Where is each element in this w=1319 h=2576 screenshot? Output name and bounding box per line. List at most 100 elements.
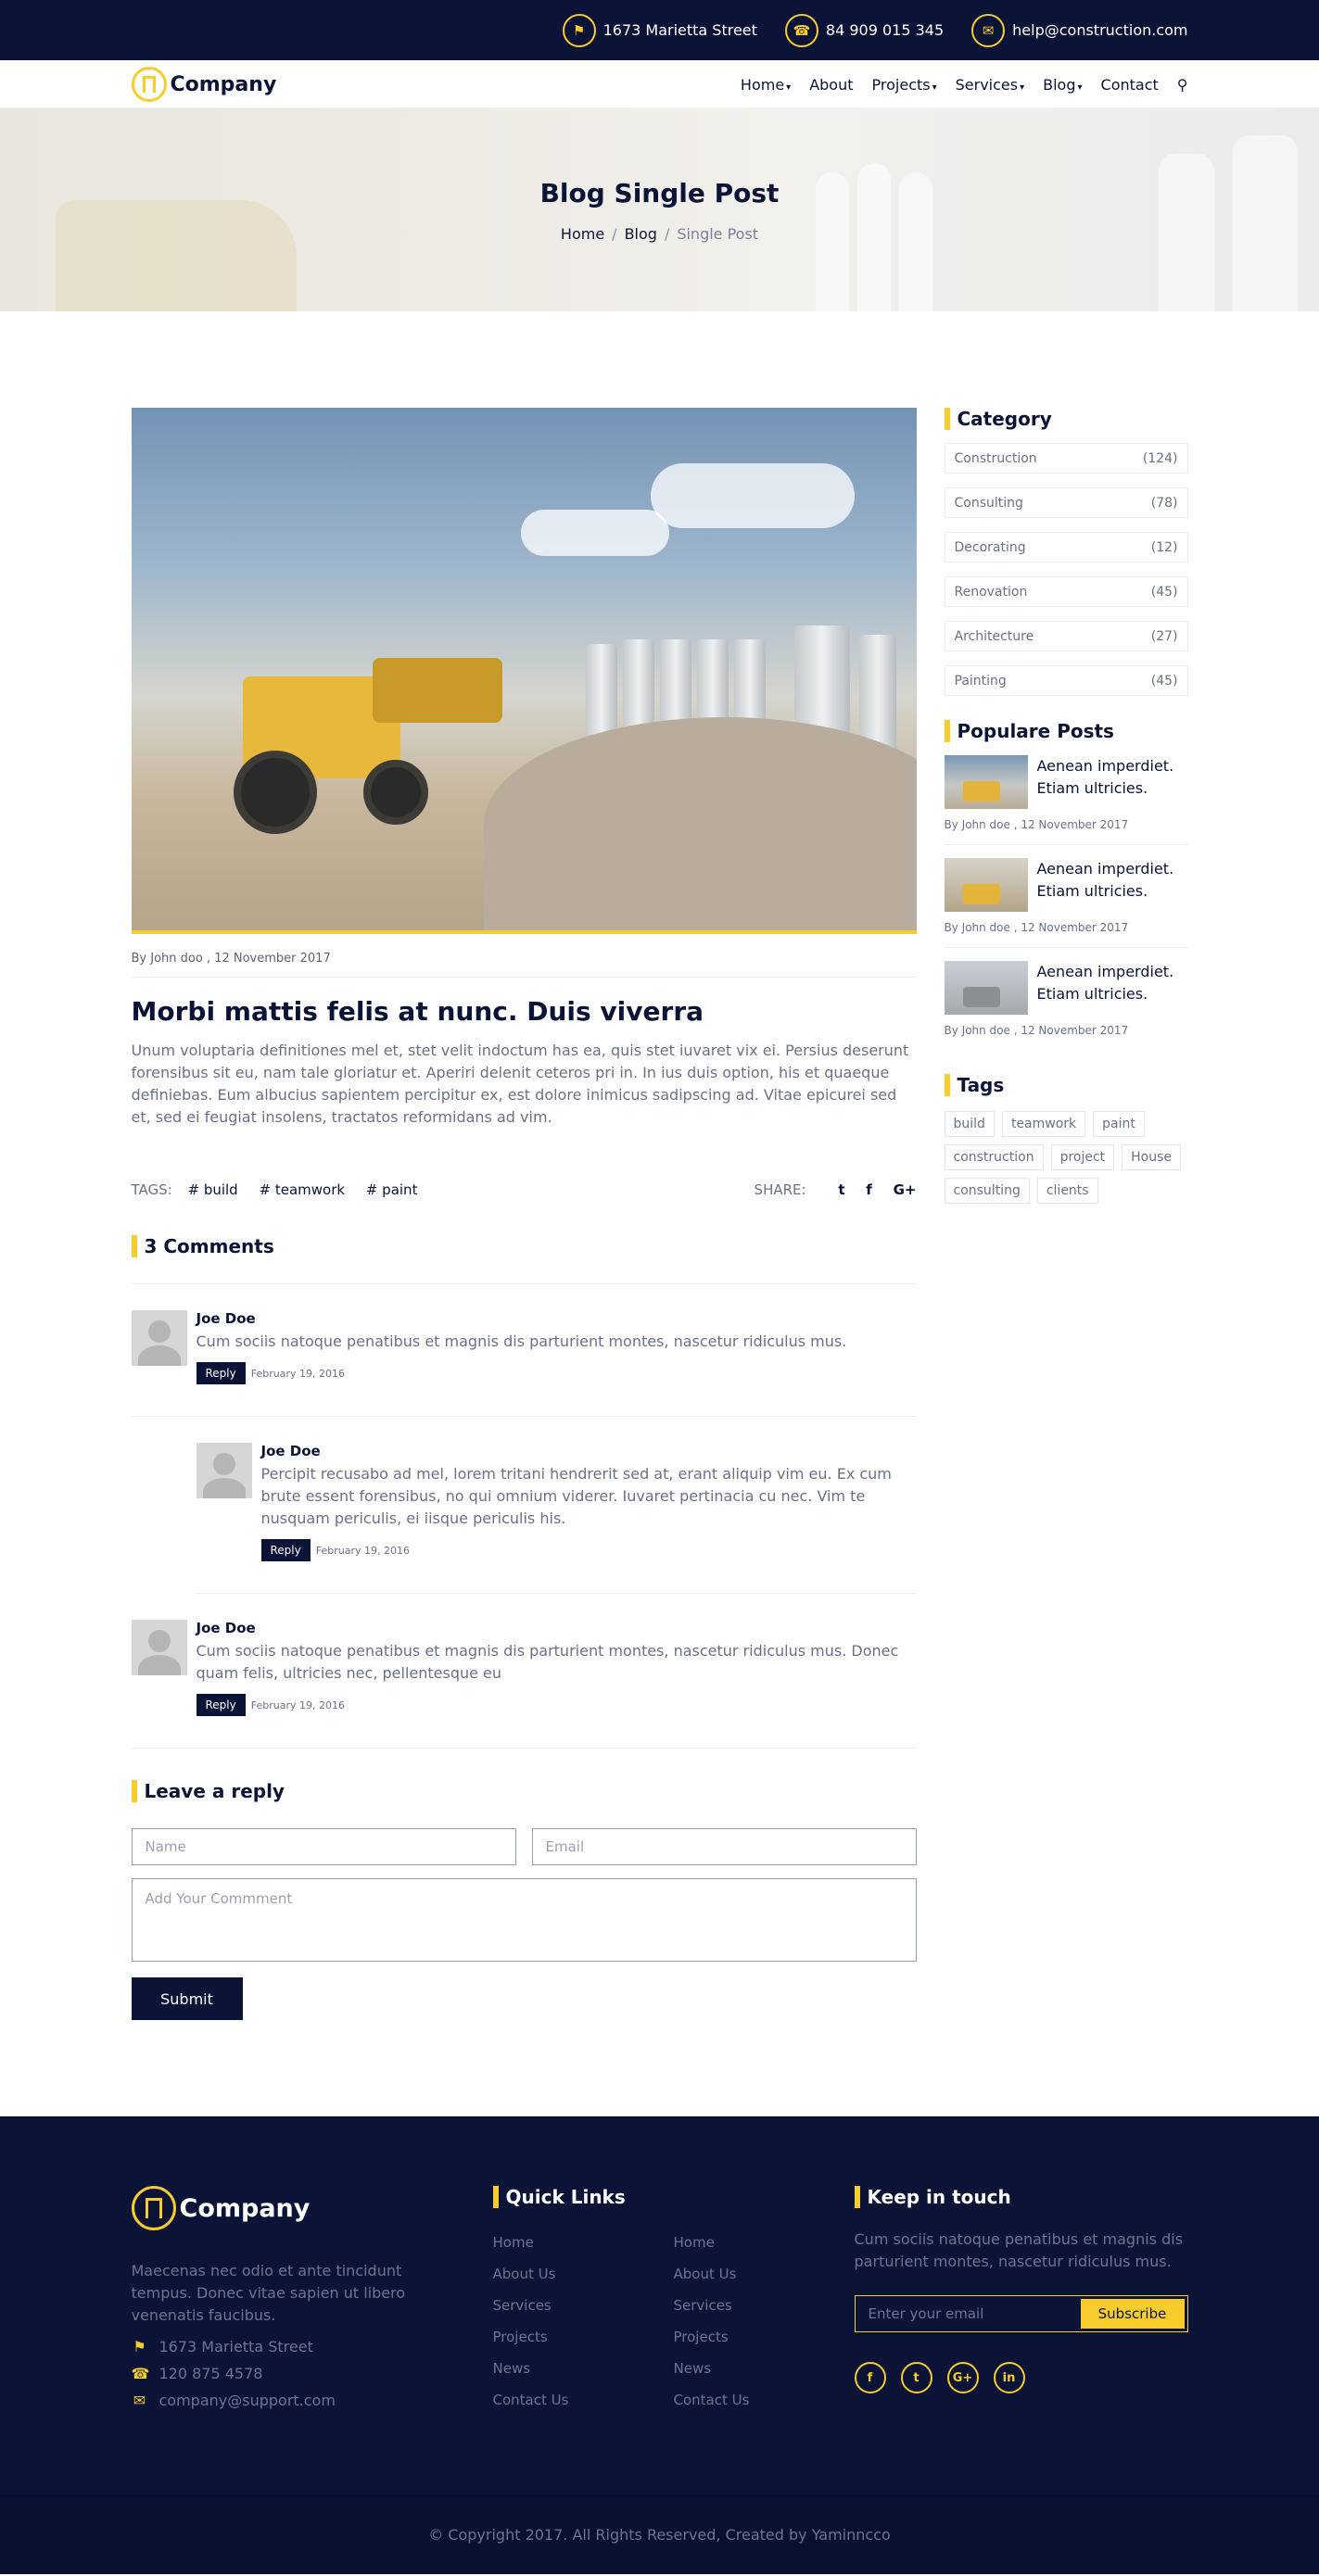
- post-featured-image: [131, 408, 917, 934]
- search-icon[interactable]: ⚲: [1177, 76, 1188, 94]
- gravel-pile-shape: [483, 717, 917, 930]
- nav-item-blog[interactable]: Blog ▾: [1043, 76, 1082, 94]
- subscribe-button[interactable]: Subscribe: [1080, 2299, 1185, 2329]
- footer-link[interactable]: About Us: [493, 2266, 674, 2282]
- loader-wheel-shape: [362, 760, 428, 825]
- footer-email[interactable]: company@support.com: [159, 2392, 336, 2409]
- footer: Company Maecenas nec odio et ante tincid…: [0, 2116, 1319, 2494]
- post-tag[interactable]: # teamwork: [260, 1181, 346, 1198]
- facebook-icon[interactable]: f: [854, 2362, 886, 2393]
- reply-button[interactable]: Reply: [196, 1694, 246, 1716]
- keep-in-touch-heading: Keep in touch: [854, 2186, 1188, 2208]
- reply-title: Leave a reply: [144, 1780, 285, 1802]
- phone-icon: ☎: [784, 13, 818, 47]
- popular-post[interactable]: Aenean imperdiet. Etiam ultricies. By Jo…: [944, 948, 1188, 1050]
- breadcrumb-home[interactable]: Home: [561, 225, 604, 243]
- avatar: [131, 1310, 187, 1366]
- nav-item-services[interactable]: Services ▾: [956, 76, 1025, 94]
- nav-item-about[interactable]: About: [809, 76, 853, 94]
- tag-item[interactable]: construction: [944, 1144, 1044, 1170]
- footer-link[interactable]: Projects: [674, 2329, 855, 2345]
- popular-post[interactable]: Aenean imperdiet. Etiam ultricies. By Jo…: [944, 742, 1188, 845]
- post-tag[interactable]: # build: [187, 1181, 237, 1198]
- quick-links-heading: Quick Links: [492, 2186, 855, 2208]
- heading-accent-bar: [944, 720, 950, 742]
- popular-post-meta: By John doe , 12 November 2017: [944, 921, 1129, 934]
- footer-link[interactable]: News: [674, 2360, 855, 2377]
- linkedin-icon[interactable]: in: [993, 2362, 1025, 2393]
- caret-down-icon: ▾: [932, 82, 937, 93]
- tags-heading: Tags: [944, 1074, 1188, 1096]
- nav-item-label: Home: [740, 75, 785, 94]
- google-plus-icon[interactable]: G+: [894, 1181, 917, 1198]
- popular-post-title[interactable]: Aenean imperdiet. Etiam ultricies.: [1037, 961, 1188, 1015]
- newsletter-email-input[interactable]: Enter your email: [856, 2296, 1078, 2331]
- reply-button[interactable]: Reply: [196, 1362, 246, 1384]
- tag-item[interactable]: teamwork: [1001, 1111, 1086, 1137]
- tag-item[interactable]: project: [1050, 1144, 1115, 1170]
- tags-share-row: TAGS: # build # teamwork # paint SHARE: …: [132, 1181, 917, 1198]
- category-item[interactable]: Consulting (78): [944, 487, 1188, 518]
- tags-label: TAGS:: [131, 1181, 172, 1198]
- post-share: SHARE: t f G+: [755, 1181, 917, 1198]
- tag-item[interactable]: consulting: [944, 1178, 1030, 1204]
- footer-link[interactable]: Home: [493, 2234, 674, 2251]
- top-bar: ⚑ 1673 Marietta Street ☎ 84 909 015 345 …: [0, 0, 1319, 60]
- footer-link[interactable]: Contact Us: [674, 2392, 855, 2408]
- twitter-icon[interactable]: t: [838, 1181, 844, 1198]
- tag-item[interactable]: House: [1122, 1144, 1182, 1170]
- post-tag[interactable]: # paint: [366, 1181, 418, 1198]
- category-item[interactable]: Architecture (27): [944, 621, 1188, 651]
- category-item[interactable]: Construction (124): [944, 443, 1188, 474]
- footer-newsletter-column: Keep in touch Cum sociis natoque penatib…: [854, 2186, 1188, 2423]
- heading-accent-bar: [492, 2186, 499, 2208]
- topbar-email-text[interactable]: help@construction.com: [1012, 21, 1187, 39]
- footer-link[interactable]: Services: [493, 2297, 674, 2314]
- footer-links-column: Quick Links Home About Us Services Proje…: [492, 2186, 855, 2423]
- reply-button[interactable]: Reply: [260, 1539, 311, 1561]
- comments-section: 3 Comments Joe Doe Cum sociis natoque pe…: [131, 1235, 917, 1749]
- category-item[interactable]: Renovation (45): [944, 576, 1188, 607]
- site-logo[interactable]: Company: [131, 67, 276, 102]
- footer-link[interactable]: About Us: [674, 2266, 855, 2282]
- loader-bucket-shape: [372, 658, 502, 723]
- category-item[interactable]: Decorating (12): [944, 532, 1188, 562]
- cloud-shape: [650, 463, 855, 528]
- footer-link[interactable]: Services: [674, 2297, 855, 2314]
- comment: Joe Doe Cum sociis natoque penatibus et …: [131, 1594, 917, 1749]
- popular-post-title[interactable]: Aenean imperdiet. Etiam ultricies.: [1037, 858, 1188, 912]
- nav-item-projects[interactable]: Projects ▾: [872, 76, 937, 94]
- quick-links-title: Quick Links: [505, 2186, 626, 2208]
- comment-date: February 19, 2016: [250, 1698, 345, 1711]
- popular-post-title[interactable]: Aenean imperdiet. Etiam ultricies.: [1037, 755, 1188, 809]
- footer-link[interactable]: Projects: [493, 2329, 674, 2345]
- topbar-email[interactable]: ✉ help@construction.com: [971, 13, 1188, 47]
- popular-post[interactable]: Aenean imperdiet. Etiam ultricies. By Jo…: [944, 845, 1188, 948]
- heading-accent-bar: [131, 1235, 137, 1257]
- nav-item-home[interactable]: Home ▾: [741, 76, 791, 94]
- comment: Joe Doe Cum sociis natoque penatibus et …: [131, 1284, 917, 1417]
- sidebar: Category Construction (124) Consulting (78…: [944, 408, 1188, 2020]
- tag-item[interactable]: build: [944, 1111, 995, 1137]
- footer-link[interactable]: News: [493, 2360, 674, 2377]
- breadcrumb-blog[interactable]: Blog: [625, 225, 657, 243]
- tag-item[interactable]: clients: [1036, 1178, 1098, 1204]
- heading-accent-bar: [131, 1780, 137, 1802]
- reply-form: Leave a reply Name Email Add Your Commme…: [131, 1780, 917, 2020]
- tag-item[interactable]: paint: [1093, 1111, 1145, 1137]
- submit-button[interactable]: Submit: [131, 1977, 243, 2020]
- google-plus-icon[interactable]: G+: [946, 2362, 979, 2393]
- footer-logo[interactable]: Company: [131, 2186, 493, 2230]
- twitter-icon[interactable]: t: [900, 2362, 932, 2393]
- facebook-icon[interactable]: f: [866, 1181, 872, 1198]
- nav-item-contact[interactable]: Contact: [1101, 76, 1159, 94]
- comment-textarea[interactable]: Add Your Commment: [131, 1878, 917, 1962]
- reply-heading: Leave a reply: [131, 1780, 917, 1802]
- name-input[interactable]: Name: [131, 1828, 516, 1865]
- footer-link[interactable]: Home: [674, 2234, 855, 2251]
- footer-link[interactable]: Contact Us: [493, 2392, 674, 2408]
- email-input[interactable]: Email: [531, 1828, 917, 1865]
- tags-widget: Tags build teamwork paint construction p…: [944, 1074, 1188, 1204]
- category-item[interactable]: Painting (45): [944, 665, 1188, 696]
- popular-post-thumbnail: [944, 858, 1028, 912]
